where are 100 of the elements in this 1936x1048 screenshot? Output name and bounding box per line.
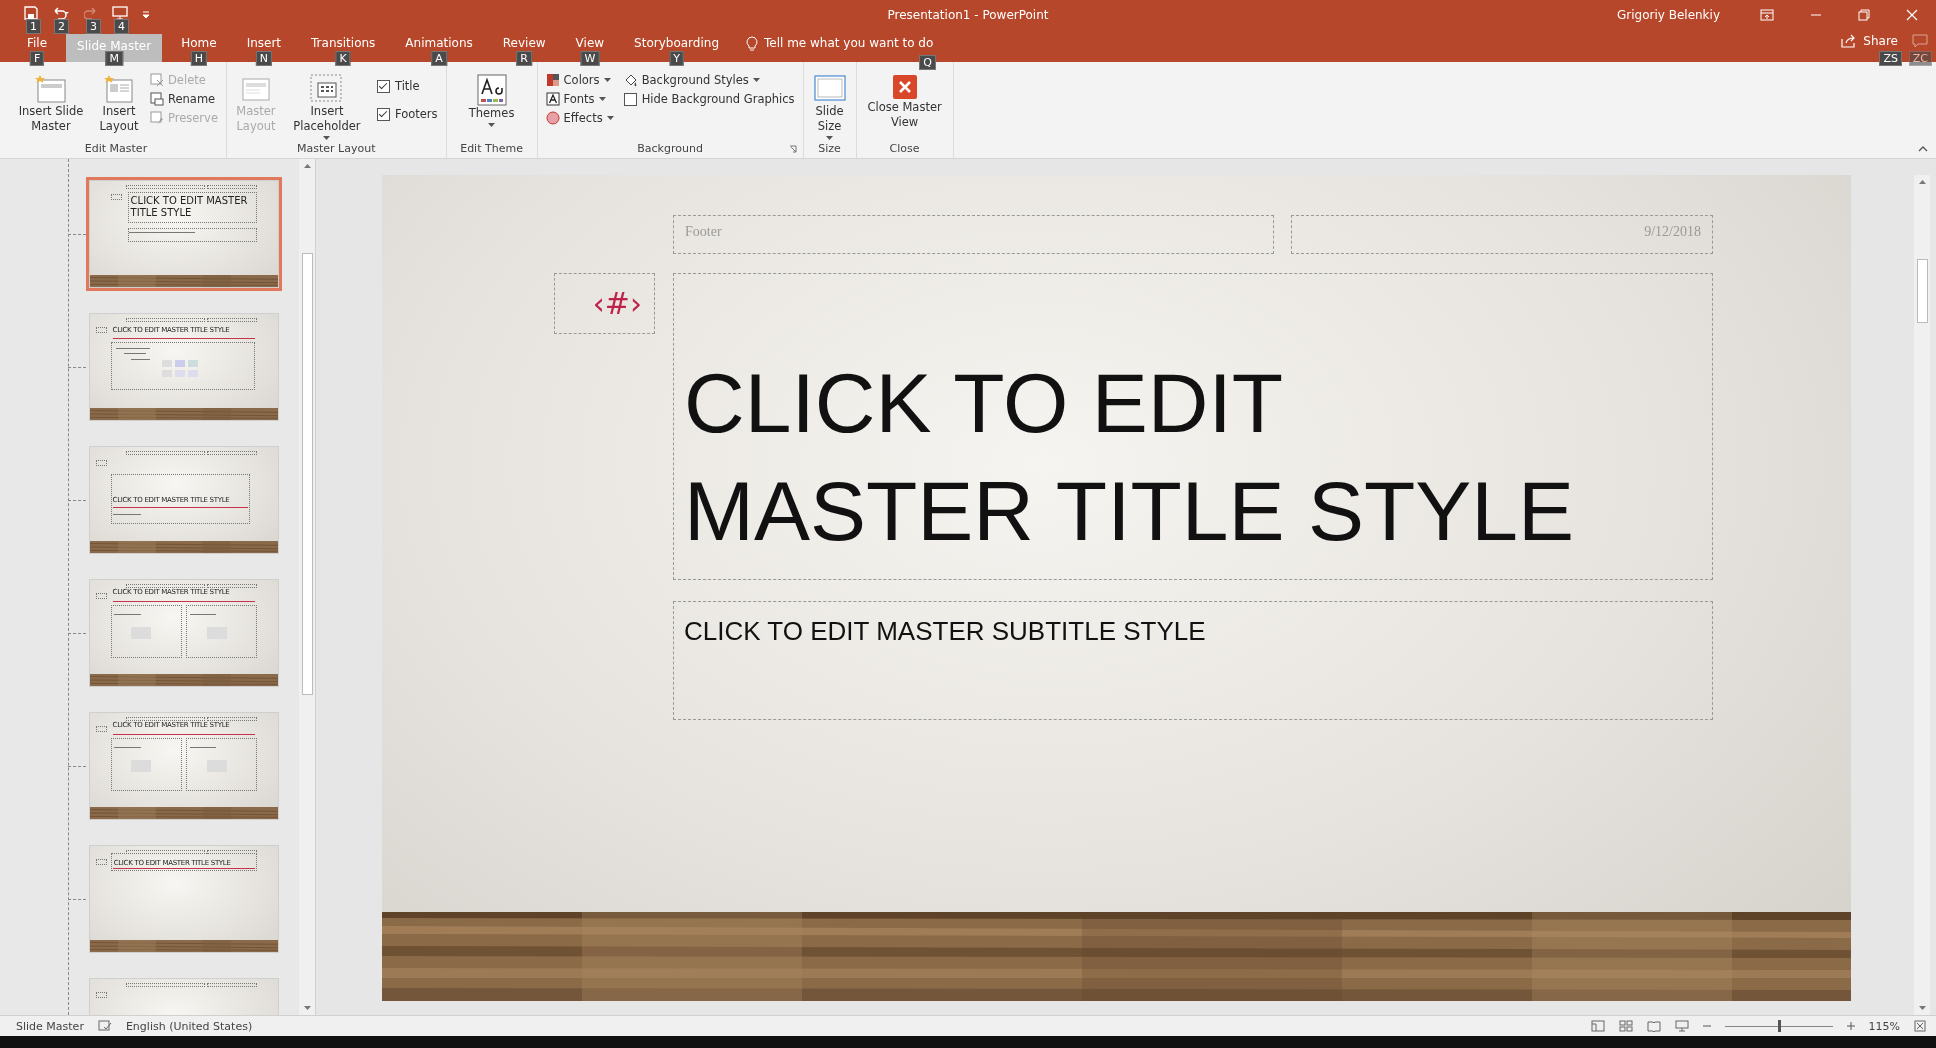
key-tip: Q	[919, 55, 936, 70]
footers-checkbox[interactable]: Footers	[374, 106, 440, 122]
fit-slide-icon[interactable]	[1914, 1020, 1926, 1032]
key-tip: 4	[114, 19, 129, 34]
slide-thumbnail[interactable]: CLICK TO EDIT MASTER TITLE STYLE	[86, 177, 282, 291]
key-tip: 2	[54, 19, 69, 34]
ribbon-tab[interactable]: Storyboarding	[623, 34, 730, 52]
key-tip: N	[255, 51, 272, 66]
hide-background-graphics-checkbox[interactable]: Hide Background Graphics	[621, 91, 797, 107]
placeholder-outline	[95, 858, 107, 866]
title-checkbox[interactable]: Title	[374, 78, 440, 94]
themes-icon	[476, 74, 507, 106]
slide-number-placeholder[interactable]: ‹#›	[554, 273, 655, 334]
slide-show-icon[interactable]	[1674, 1020, 1689, 1032]
zoom-slider[interactable]	[1777, 1019, 1781, 1032]
text-line	[112, 513, 141, 515]
reading-view-icon[interactable]	[1646, 1020, 1661, 1032]
paint-bucket-icon	[623, 73, 638, 87]
normal-view-icon[interactable]	[1590, 1020, 1605, 1032]
window-title: Presentation1 - PowerPoint	[887, 8, 1049, 22]
caret-icon	[826, 136, 834, 140]
insert-placeholder-button[interactable]: Insert Placeholder	[284, 72, 369, 142]
placeholder-outline	[95, 592, 107, 600]
caret-icon	[603, 78, 611, 82]
insert-slide-master-button[interactable]: Insert Slide Master	[12, 72, 90, 136]
background-styles-button[interactable]: Background Styles	[621, 72, 797, 88]
title-placeholder[interactable]: CLICK TO EDIT MASTER TITLE STYLE	[673, 273, 1713, 580]
text-line	[189, 613, 216, 615]
group-label: Size	[817, 142, 842, 157]
colors-button[interactable]: Colors	[543, 72, 616, 88]
ribbon-tab[interactable]: Home	[170, 34, 228, 52]
slide-size-button[interactable]: Slide Size	[809, 72, 850, 142]
close-master-view-button[interactable]: Close Master View	[862, 72, 947, 132]
zoom-in-icon[interactable]	[1846, 1022, 1855, 1030]
ribbon-display-icon[interactable]	[1760, 9, 1774, 21]
layout-icon	[104, 74, 134, 104]
lightbulb-icon	[746, 35, 758, 51]
slide-master-icon	[35, 74, 67, 104]
ribbon-tab[interactable]: Transitions	[300, 34, 387, 52]
close-icon[interactable]	[1906, 9, 1918, 21]
key-tip: F	[29, 51, 45, 66]
circle-icon	[545, 111, 560, 125]
delete-slide-icon	[150, 73, 164, 87]
scroll-up-icon[interactable]	[302, 163, 312, 169]
key-tip: 1	[26, 19, 41, 34]
key-tip: K	[335, 51, 351, 66]
user-name[interactable]: Grigoriy Belenkiy	[1616, 8, 1720, 22]
key-tip: A	[431, 51, 447, 66]
scroll-down-icon[interactable]	[1917, 1005, 1927, 1011]
dialog-launcher-icon[interactable]	[788, 145, 797, 153]
share-icon	[1841, 34, 1858, 48]
scroll-down-icon[interactable]	[302, 1005, 312, 1011]
font-icon	[545, 92, 560, 106]
themes-button[interactable]: Themes	[452, 72, 531, 129]
customize-icon[interactable]	[142, 11, 150, 19]
scroll-up-icon[interactable]	[1917, 179, 1927, 185]
insert-layout-button[interactable]: Insert Layout	[96, 72, 142, 136]
text-line	[123, 353, 147, 355]
rename-icon	[150, 92, 164, 106]
slide-sorter-icon[interactable]	[1618, 1020, 1633, 1032]
language-status[interactable]: English (United States)	[125, 1019, 253, 1033]
key-tip: W	[580, 51, 600, 66]
text-line	[114, 613, 141, 615]
placeholder-outline	[95, 991, 107, 999]
collapse-ribbon-icon[interactable]	[1918, 146, 1928, 152]
zoom-level[interactable]: 115%	[1868, 1019, 1900, 1033]
tell-me-field[interactable]: Tell me what you want to do	[764, 34, 964, 52]
rename-button[interactable]: Rename	[148, 91, 220, 107]
key-tip: Y	[669, 51, 684, 66]
comment-icon[interactable]	[1912, 34, 1928, 48]
key-tip: ZS	[1879, 51, 1902, 66]
subtitle-placeholder[interactable]: CLICK TO EDIT MASTER SUBTITLE STYLE	[673, 601, 1713, 720]
caret-icon	[323, 136, 331, 140]
key-tip: 3	[86, 19, 101, 34]
placeholder-outline	[95, 459, 107, 467]
caret-icon	[598, 97, 606, 101]
placeholder-outline	[95, 326, 107, 334]
thumbnail-title: CLICK TO EDIT MASTER TITLE STYLE	[130, 195, 249, 220]
presentation-icon[interactable]	[112, 6, 128, 20]
ribbon-tab[interactable]: Insert	[235, 34, 293, 52]
fonts-button[interactable]: Fonts	[543, 91, 616, 107]
color-swatch-icon	[545, 73, 560, 87]
text-line	[114, 746, 141, 748]
placeholder-outline	[110, 193, 122, 201]
ribbon-tab[interactable]: File	[16, 34, 59, 52]
group-label: Edit Master	[83, 142, 149, 157]
ribbon-tab[interactable]: Animations	[394, 34, 484, 52]
ribbon-tab[interactable]: Review	[491, 34, 557, 52]
spelling-icon[interactable]	[97, 1020, 112, 1032]
ribbon-tab[interactable]: View	[564, 34, 616, 52]
effects-button[interactable]: Effects	[543, 110, 616, 126]
save-icon[interactable]	[24, 6, 38, 20]
group-label: Edit Theme	[459, 142, 524, 157]
share-button[interactable]: Share	[1863, 34, 1898, 48]
caret-icon	[606, 116, 614, 120]
key-tip: M	[105, 51, 123, 66]
group-label: Close	[888, 142, 921, 157]
zoom-out-icon[interactable]	[1702, 1022, 1711, 1030]
undo-icon[interactable]	[52, 6, 70, 20]
restore-icon[interactable]	[1858, 9, 1870, 21]
